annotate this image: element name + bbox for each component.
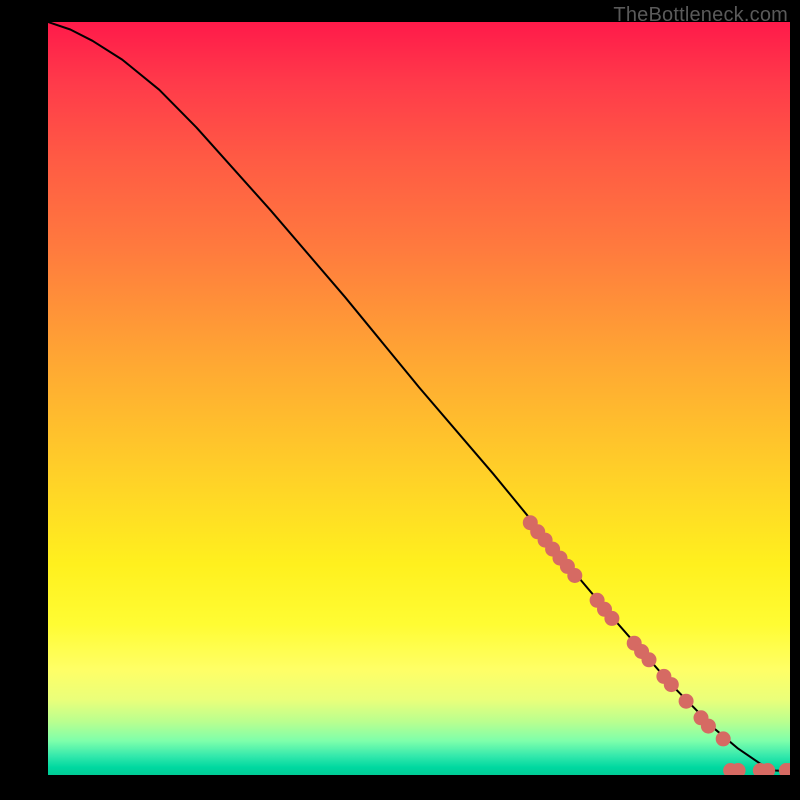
chart-svg <box>48 22 790 775</box>
marker-series <box>523 515 790 775</box>
data-point <box>664 677 679 692</box>
frame-left <box>0 0 48 800</box>
data-point <box>604 611 619 626</box>
data-point <box>642 652 657 667</box>
data-point <box>701 719 716 734</box>
watermark-text: TheBottleneck.com <box>613 4 788 27</box>
data-point <box>567 568 582 583</box>
data-point <box>679 694 694 709</box>
plot-area <box>48 22 790 775</box>
frame-right <box>790 0 800 800</box>
curve-path <box>48 22 790 771</box>
curve-series <box>48 22 790 771</box>
frame-bottom <box>0 775 800 800</box>
data-point <box>716 731 731 746</box>
chart-container: TheBottleneck.com <box>0 0 800 800</box>
